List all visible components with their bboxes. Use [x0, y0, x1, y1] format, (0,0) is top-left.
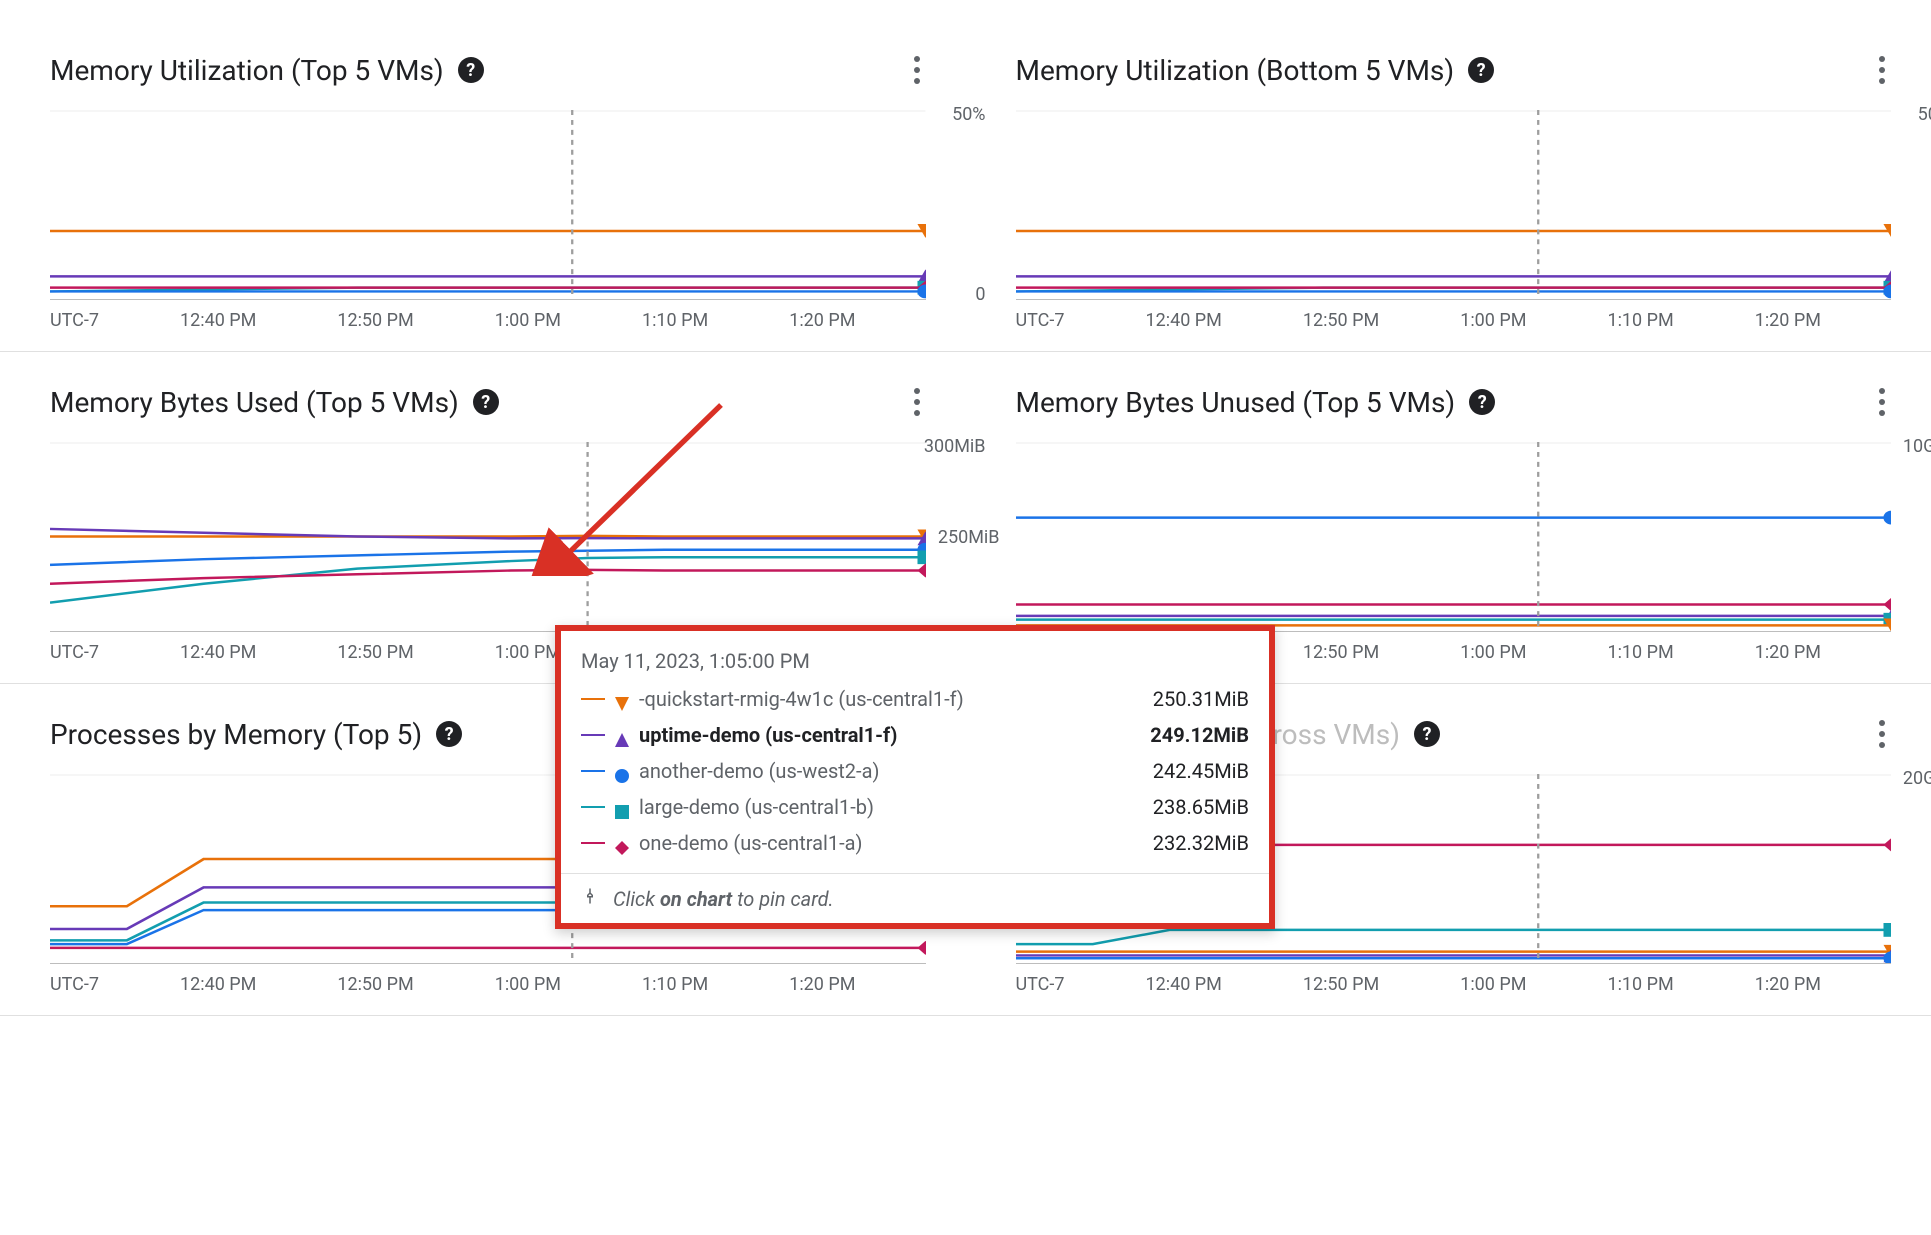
help-icon[interactable]: ?	[473, 389, 499, 415]
tooltip-row: -quickstart-rmig-4w1c (us-central1-f) 25…	[581, 681, 1249, 717]
tooltip-series-value: 250.31MiB	[1119, 687, 1249, 711]
help-icon[interactable]: ?	[458, 57, 484, 83]
series-marker	[615, 692, 629, 706]
timezone-label: UTC-7	[1016, 974, 1065, 995]
chart-title: Processes by Memory (Top 5)	[50, 718, 422, 751]
tooltip-row: another-demo (us-west2-a) 242.45MiB	[581, 753, 1249, 789]
tooltip-series-value: 242.45MiB	[1119, 759, 1249, 783]
x-tick: 1:00 PM	[1460, 974, 1526, 995]
tooltip-series-label: -quickstart-rmig-4w1c (us-central1-f)	[639, 687, 1109, 711]
chart-title: Memory Utilization (Top 5 VMs)	[50, 54, 444, 87]
x-axis: UTC-7 12:40 PM 12:50 PM 1:00 PM 1:10 PM 1:20…	[1016, 974, 1892, 995]
x-tick: 1:00 PM	[1460, 642, 1526, 663]
tooltip-row: uptime-demo (us-central1-f) 249.12MiB	[581, 717, 1249, 753]
chart-title: Memory Bytes Unused (Top 5 VMs)	[1016, 386, 1456, 419]
tooltip-series-value: 232.32MiB	[1119, 831, 1249, 855]
tooltip-series-value: 249.12MiB	[1119, 723, 1249, 747]
tooltip-series-label: large-demo (us-central1-b)	[639, 795, 1109, 819]
chart-menu-button[interactable]	[1873, 50, 1891, 90]
tooltip-series-value: 238.65MiB	[1119, 795, 1249, 819]
x-tick: 1:10 PM	[642, 974, 708, 995]
x-tick: 12:50 PM	[337, 310, 413, 331]
tooltip-series-label: uptime-demo (us-central1-f)	[639, 723, 1109, 747]
x-tick: 1:20 PM	[1755, 974, 1821, 995]
tooltip-row: large-demo (us-central1-b) 238.65MiB	[581, 789, 1249, 825]
x-tick: 12:50 PM	[1303, 642, 1379, 663]
help-icon[interactable]: ?	[1414, 721, 1440, 747]
help-icon[interactable]: ?	[436, 721, 462, 747]
x-tick: 1:10 PM	[1607, 310, 1673, 331]
chart-hover-tooltip: May 11, 2023, 1:05:00 PM -quickstart-rmi…	[555, 625, 1275, 929]
pin-icon	[581, 886, 599, 911]
x-tick: 1:20 PM	[789, 310, 855, 331]
tooltip-series-label: one-demo (us-central1-a)	[639, 831, 1109, 855]
x-tick: 12:50 PM	[337, 974, 413, 995]
x-tick: 1:10 PM	[642, 310, 708, 331]
x-tick: 12:40 PM	[180, 974, 256, 995]
y-axis-top-label: 20GiB	[1903, 768, 1931, 789]
chart-menu-button[interactable]	[1873, 382, 1891, 422]
chart-title: Memory Utilization (Bottom 5 VMs)	[1016, 54, 1455, 87]
x-tick: 12:40 PM	[1145, 974, 1221, 995]
x-tick: 1:20 PM	[1755, 310, 1821, 331]
series-marker	[615, 728, 629, 742]
x-tick: 12:50 PM	[337, 642, 413, 663]
x-tick: 1:00 PM	[1460, 310, 1526, 331]
x-tick: 1:00 PM	[495, 642, 561, 663]
chart-menu-button[interactable]	[908, 50, 926, 90]
tooltip-series-label: another-demo (us-west2-a)	[639, 759, 1109, 783]
chart-plot-area[interactable]: 50% 0	[1016, 110, 1892, 300]
x-tick: 1:20 PM	[1755, 642, 1821, 663]
tooltip-row: one-demo (us-central1-a) 232.32MiB	[581, 825, 1249, 861]
x-tick: 12:50 PM	[1303, 974, 1379, 995]
x-tick: 12:40 PM	[180, 310, 256, 331]
x-tick: 1:10 PM	[1607, 974, 1673, 995]
chart-menu-button[interactable]	[1873, 714, 1891, 754]
tooltip-pin-hint: Click on chart to pin card.	[561, 873, 1269, 923]
series-marker	[615, 764, 629, 778]
x-tick: 12:40 PM	[180, 642, 256, 663]
timezone-label: UTC-7	[50, 310, 99, 331]
x-tick: 12:50 PM	[1303, 310, 1379, 331]
chart-plot-area[interactable]: 10GiB 0	[1016, 442, 1892, 632]
timezone-label: UTC-7	[50, 642, 99, 663]
chart-plot-area[interactable]: 300MiB 250MiB	[50, 442, 926, 632]
chart-title: Memory Bytes Used (Top 5 VMs)	[50, 386, 459, 419]
x-tick: 12:40 PM	[1145, 310, 1221, 331]
tooltip-timestamp: May 11, 2023, 1:05:00 PM	[581, 649, 1249, 673]
x-axis: UTC-7 12:40 PM 12:50 PM 1:00 PM 1:10 PM 1:20…	[50, 974, 926, 995]
chart-card: Memory Utilization (Top 5 VMs) ? 50% 0 U…	[0, 20, 966, 352]
series-marker	[615, 800, 629, 814]
x-axis: UTC-7 12:40 PM 12:50 PM 1:00 PM 1:10 PM 1:20…	[1016, 310, 1892, 331]
x-tick: 1:10 PM	[1607, 642, 1673, 663]
y-axis-top-label: 50%	[1918, 104, 1931, 125]
x-tick: 1:00 PM	[495, 310, 561, 331]
chart-menu-button[interactable]	[908, 382, 926, 422]
x-tick: 1:00 PM	[495, 974, 561, 995]
timezone-label: UTC-7	[1016, 310, 1065, 331]
series-marker	[615, 836, 629, 850]
y-axis-top-label: 10GiB	[1903, 436, 1931, 457]
chart-plot-area[interactable]: 50% 0	[50, 110, 926, 300]
x-tick: 1:20 PM	[789, 974, 855, 995]
timezone-label: UTC-7	[50, 974, 99, 995]
chart-card: Memory Utilization (Bottom 5 VMs) ? 50% …	[966, 20, 1931, 352]
x-axis: UTC-7 12:40 PM 12:50 PM 1:00 PM 1:10 PM 1:20…	[50, 310, 926, 331]
help-icon[interactable]: ?	[1469, 389, 1495, 415]
help-icon[interactable]: ?	[1468, 57, 1494, 83]
